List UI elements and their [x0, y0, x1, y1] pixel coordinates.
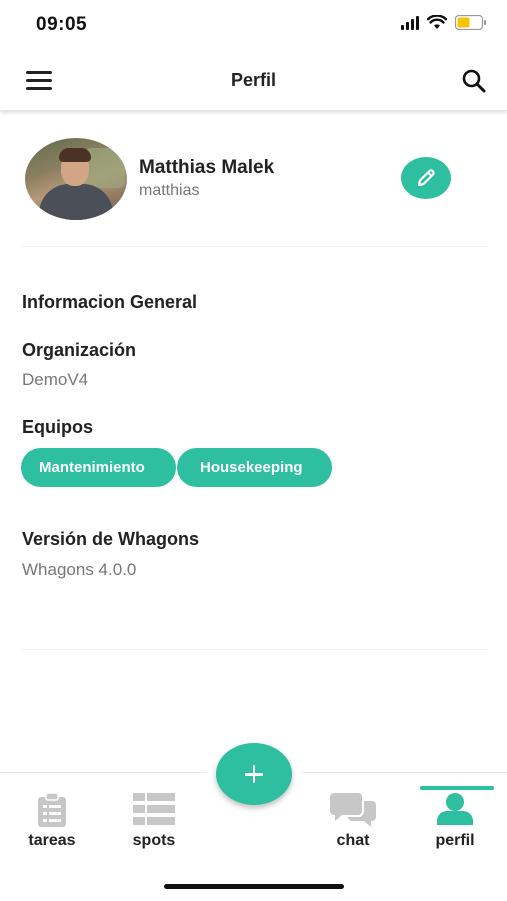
version-value: Whagons 4.0.0	[22, 560, 137, 579]
team-chip[interactable]: Mantenimiento	[21, 448, 176, 487]
avatar	[25, 138, 127, 220]
divider	[22, 246, 486, 247]
divider	[22, 649, 486, 650]
active-tab-indicator	[420, 786, 494, 790]
nav-item-spots[interactable]: spots	[109, 773, 199, 863]
profile-username: matthias	[139, 182, 200, 199]
status-time: 09:05	[36, 14, 88, 35]
add-button[interactable]	[216, 743, 292, 805]
wifi-icon	[427, 15, 447, 30]
team-chip[interactable]: Housekeeping	[177, 448, 332, 487]
nav-label: perfil	[435, 832, 475, 849]
app-header: Perfil	[0, 52, 507, 111]
status-icons	[401, 15, 487, 30]
nav-label: chat	[336, 832, 370, 849]
page-title: Perfil	[230, 70, 277, 90]
nav-item-perfil[interactable]: perfil	[410, 773, 500, 863]
organization-label: Organización	[22, 340, 137, 360]
search-icon[interactable]	[461, 68, 487, 94]
chat-bubbles-icon	[330, 793, 376, 827]
home-indicator[interactable]	[164, 884, 344, 889]
general-info-heading: Informacion General	[22, 292, 198, 312]
status-bar: 09:05	[0, 0, 507, 52]
teams-label: Equipos	[22, 417, 93, 437]
clipboard-icon	[38, 793, 66, 827]
profile-name: Matthias Malek	[139, 157, 275, 178]
grid-list-icon	[133, 793, 175, 825]
organization-value: DemoV4	[22, 370, 89, 389]
battery-icon	[455, 15, 487, 30]
nav-item-tareas[interactable]: tareas	[7, 773, 97, 863]
person-icon	[437, 793, 473, 825]
edit-profile-button[interactable]	[401, 157, 451, 199]
nav-label: spots	[132, 832, 176, 849]
team-chips: Mantenimiento Housekeeping	[21, 448, 332, 487]
cellular-signal-icon	[401, 15, 419, 30]
nav-item-chat[interactable]: chat	[308, 773, 398, 863]
version-label: Versión de Whagons	[22, 529, 200, 549]
pencil-icon	[417, 169, 435, 187]
nav-label: tareas	[28, 832, 76, 849]
